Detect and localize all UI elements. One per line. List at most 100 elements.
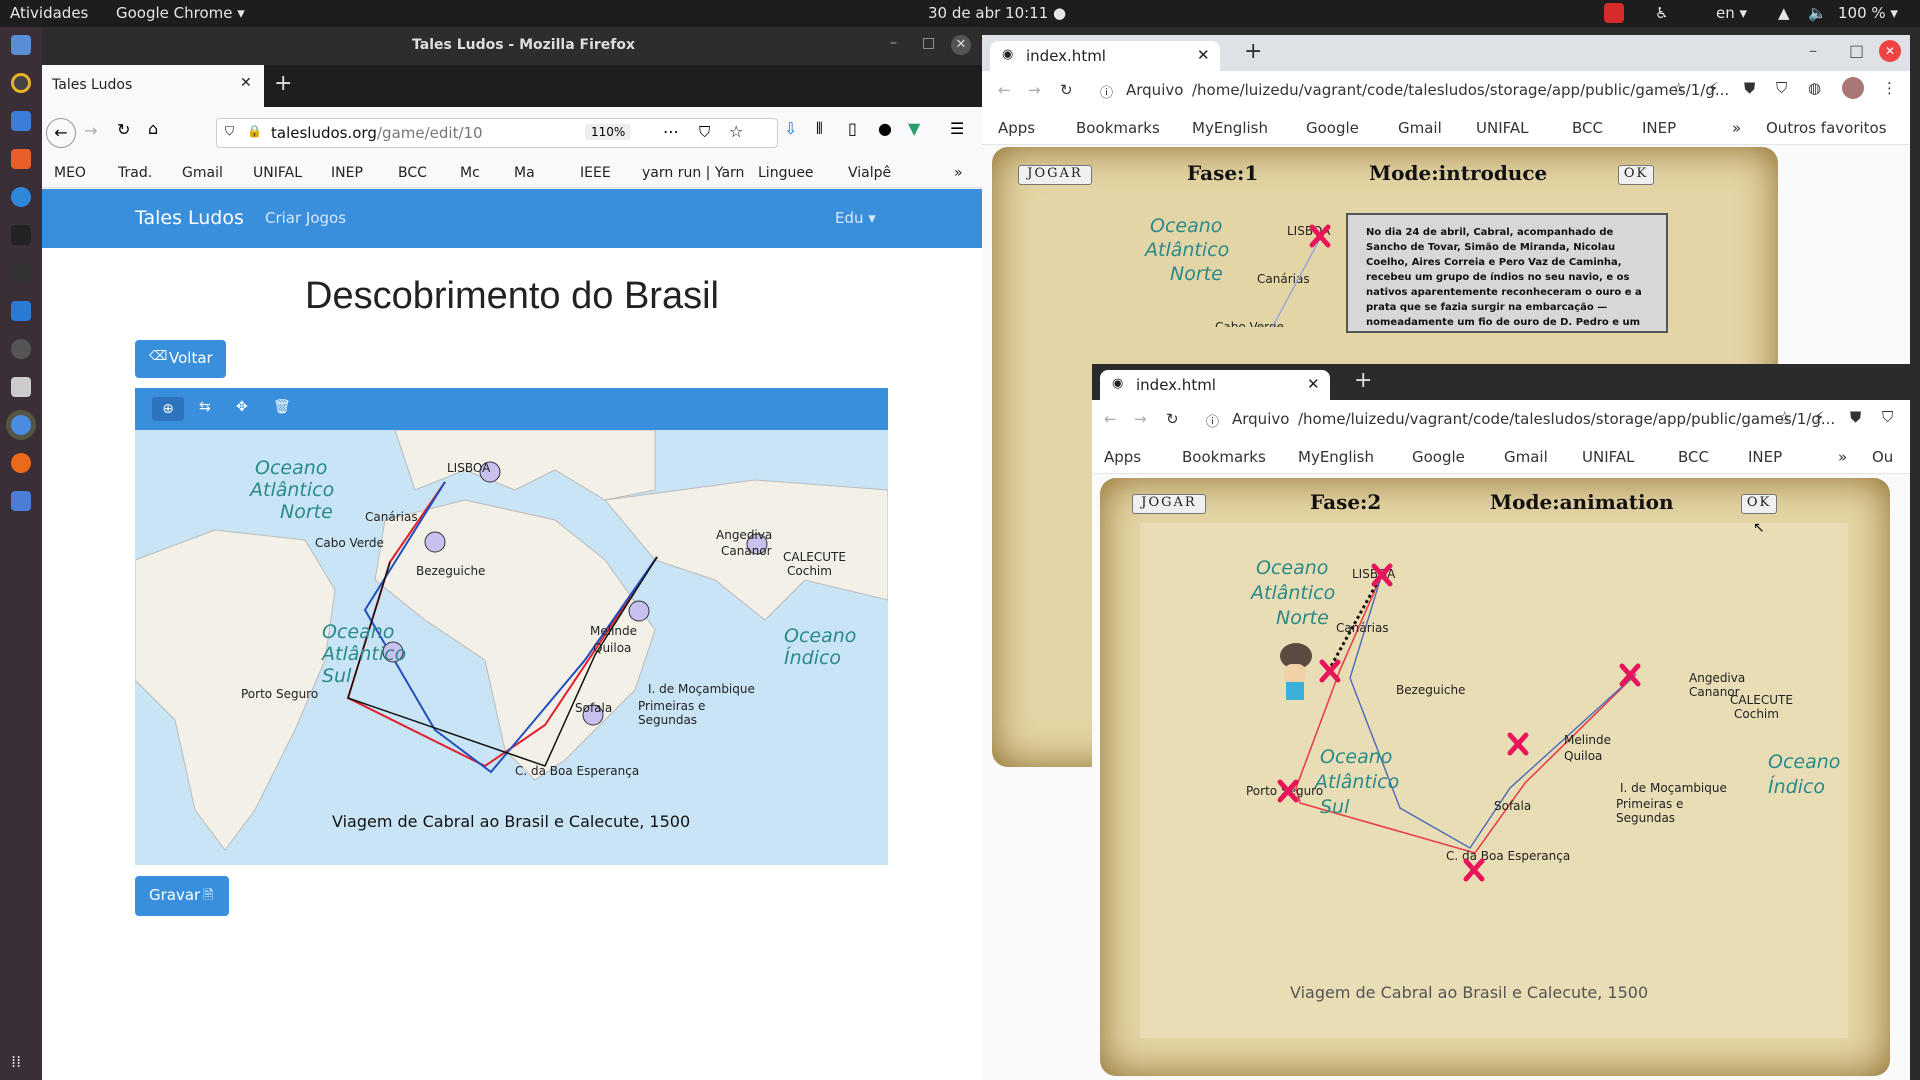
url-text[interactable]: /home/luizedu/vagrant/code/talesludos/st…	[1192, 81, 1729, 99]
url-text[interactable]: /home/luizedu/vagrant/code/talesludos/st…	[1298, 410, 1835, 428]
new-tab-icon[interactable]: +	[1354, 368, 1372, 393]
bookmark-meo[interactable]: MEO	[54, 165, 86, 181]
bookmarks-overflow-icon[interactable]: »	[1838, 448, 1847, 466]
bookmark-gmail[interactable]: Gmail	[1398, 119, 1442, 137]
reload-icon[interactable]: ↻	[117, 120, 130, 139]
language-menu[interactable]: en ▾	[1716, 4, 1747, 22]
info-icon[interactable]: ⓘ	[1206, 411, 1219, 430]
github-icon[interactable]	[11, 339, 31, 359]
bookmark-star-icon[interactable]: ☆	[1778, 408, 1791, 426]
insecure-lock-icon[interactable]: 🔒	[247, 124, 262, 138]
game-canvas-phase2[interactable]: JOGAR Fase:2 Mode:animation OK Oceano At…	[1100, 478, 1890, 1076]
reload-icon[interactable]: ↻	[1060, 81, 1073, 99]
waypoint[interactable]	[628, 600, 650, 622]
bookmark-inep[interactable]: INEP	[1642, 119, 1676, 137]
bookmark-star-icon[interactable]: ☆	[729, 122, 743, 141]
other-bookmarks[interactable]: Ou	[1872, 448, 1893, 466]
forward-icon[interactable]: →	[1028, 81, 1041, 99]
close-tab-icon[interactable]: ✕	[1307, 375, 1320, 393]
forward-icon[interactable]: →	[1134, 410, 1147, 428]
sidebar-icon[interactable]: ▯	[848, 119, 857, 138]
gravar-button[interactable]: Gravar 🗎	[135, 876, 229, 916]
bookmark-gmail[interactable]: Gmail	[182, 165, 223, 181]
extension-icon[interactable]: ⛉	[1882, 408, 1893, 426]
brand-link[interactable]: Tales Ludos	[135, 207, 244, 229]
app-menu[interactable]: Google Chrome ▾	[116, 4, 245, 22]
maximize-icon[interactable]: □	[1849, 41, 1864, 60]
bookmark-bookmarks[interactable]: Bookmarks	[1182, 448, 1266, 466]
bookmark-bcc[interactable]: BCC	[1572, 119, 1603, 137]
close-tab-icon[interactable]: ✕	[1197, 46, 1210, 64]
extension-icon[interactable]: ⚡	[1814, 408, 1825, 426]
bookmark-inep[interactable]: INEP	[331, 165, 363, 181]
bookmark-trad[interactable]: Trad.	[118, 165, 152, 181]
editor-icon[interactable]	[11, 491, 31, 511]
clock[interactable]: 30 de abr 10:11 ●	[928, 4, 1066, 22]
vscode-icon[interactable]	[11, 301, 31, 321]
new-tab-icon[interactable]: +	[1244, 39, 1262, 64]
bookmark-google[interactable]: Google	[1306, 119, 1359, 137]
pocket-icon[interactable]: ⛉	[699, 123, 710, 141]
menu-icon[interactable]: ⋮	[1882, 79, 1897, 97]
bookmark-bcc[interactable]: BCC	[398, 165, 427, 181]
new-tab-icon[interactable]: +	[274, 71, 292, 96]
download-icon[interactable]: ⇩	[784, 119, 797, 138]
extension-icon[interactable]: ⛊	[1850, 408, 1861, 426]
extension-icon[interactable]: ◍	[1808, 79, 1821, 97]
extension-icon[interactable]: ⚡	[1708, 79, 1719, 97]
menu-icon[interactable]: ☰	[950, 119, 964, 138]
bookmark-google[interactable]: Google	[1412, 448, 1465, 466]
files-icon[interactable]	[11, 35, 31, 55]
back-icon[interactable]: ←	[1104, 410, 1117, 428]
bookmark-apps[interactable]: Apps	[1104, 448, 1141, 466]
bookmark-linguee[interactable]: Linguee	[758, 165, 814, 181]
rhythmbox-icon[interactable]	[11, 73, 31, 93]
bookmark-bcc[interactable]: BCC	[1678, 448, 1709, 466]
amazon-icon[interactable]	[11, 225, 31, 245]
bookmark-gmail[interactable]: Gmail	[1504, 448, 1548, 466]
extension-icon[interactable]: ⛊	[1744, 79, 1755, 97]
bookmark-ma[interactable]: Ma	[514, 165, 535, 181]
swap-icon[interactable]: ⇆	[199, 399, 211, 415]
bookmark-myenglish[interactable]: MyEnglish	[1298, 448, 1374, 466]
chrome-icon[interactable]	[11, 415, 31, 435]
bookmark-star-icon[interactable]: ☆	[1672, 79, 1685, 97]
chrome1-tab[interactable]: ◉ index.html ✕	[990, 41, 1220, 71]
waypoint[interactable]	[424, 531, 446, 553]
move-icon[interactable]: ✥	[236, 399, 248, 415]
bookmark-unifal[interactable]: UNIFAL	[1582, 448, 1635, 466]
library-icon[interactable]: ⫴	[816, 119, 823, 139]
bookmark-inep[interactable]: INEP	[1748, 448, 1782, 466]
close-tab-icon[interactable]: ✕	[240, 75, 252, 91]
bookmark-ieee[interactable]: IEEE	[580, 165, 611, 181]
bookmark-vialpe[interactable]: Vialpê	[848, 165, 891, 181]
criar-jogos-link[interactable]: Criar Jogos	[265, 209, 346, 227]
bookmark-bookmarks[interactable]: Bookmarks	[1076, 119, 1160, 137]
bookmark-apps[interactable]: Apps	[998, 119, 1035, 137]
bookmark-unifal[interactable]: UNIFAL	[1476, 119, 1529, 137]
close-window-icon[interactable]: ✕	[1879, 40, 1901, 62]
reload-icon[interactable]: ↻	[1166, 410, 1179, 428]
home-icon[interactable]: ⌂	[148, 119, 158, 138]
ok-button[interactable]: OK	[1618, 165, 1654, 185]
route-map-editor[interactable]: Oceano Atlântico Norte Oceano Atlântico …	[135, 430, 888, 865]
minimize-icon[interactable]: –	[890, 35, 897, 51]
extension-icon[interactable]: ⛉	[1776, 79, 1787, 97]
minimize-icon[interactable]: –	[1809, 41, 1817, 60]
user-menu[interactable]: Edu ▾	[835, 209, 876, 227]
accessibility-icon[interactable]: ♿	[1655, 4, 1668, 22]
bookmark-mc[interactable]: Mc	[460, 165, 480, 181]
account-icon[interactable]: ●	[878, 119, 892, 138]
profile-avatar[interactable]	[1842, 77, 1864, 99]
bookmark-myenglish[interactable]: MyEnglish	[1192, 119, 1268, 137]
info-icon[interactable]: ⓘ	[1100, 82, 1113, 101]
firefox-icon[interactable]	[11, 453, 31, 473]
bookmark-unifal[interactable]: UNIFAL	[253, 165, 302, 181]
shield-icon[interactable]: ⛉	[225, 124, 234, 139]
show-apps-icon[interactable]: ⁞⁞	[11, 1052, 31, 1072]
mail-icon[interactable]	[1604, 3, 1624, 23]
forward-icon[interactable]: →	[84, 121, 97, 140]
url-bar[interactable]: ⛉ 🔒 talesludos.org /game/edit/10 110% ⋯ …	[216, 118, 778, 148]
chrome2-tab[interactable]: ◉ index.html ✕	[1100, 370, 1330, 400]
help-icon[interactable]	[11, 187, 31, 207]
